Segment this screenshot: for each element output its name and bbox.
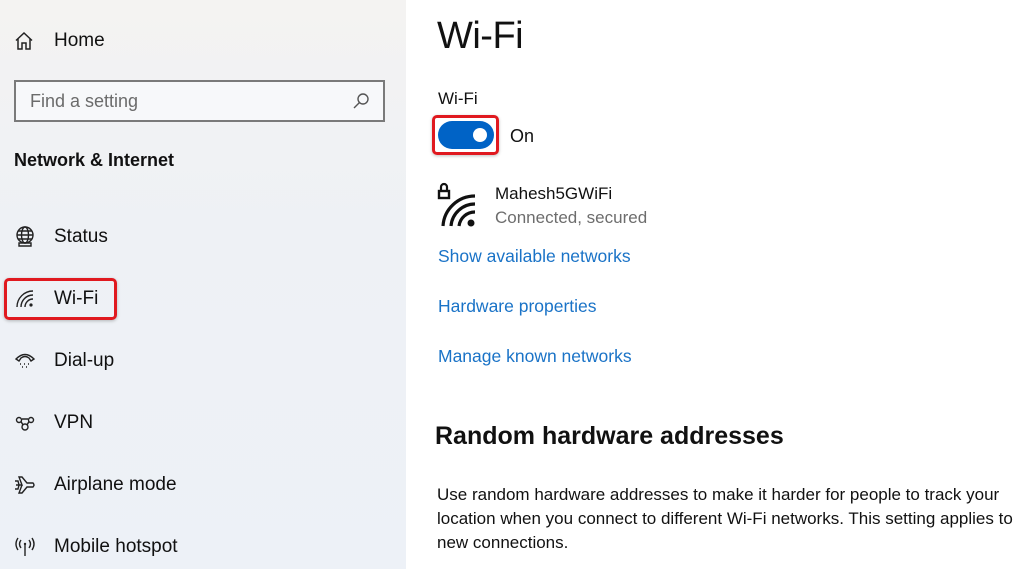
wifi-secured-icon <box>437 182 481 230</box>
sidebar-item-label: VPN <box>54 412 94 433</box>
airplane-icon <box>14 473 38 497</box>
sidebar-item-vpn[interactable]: VPN <box>14 408 93 438</box>
search-icon[interactable] <box>349 89 373 113</box>
hotspot-icon <box>14 535 38 559</box>
sidebar-item-status[interactable]: Status <box>14 222 108 252</box>
wifi-toggle[interactable] <box>438 121 494 149</box>
sidebar-home-label: Home <box>54 30 105 51</box>
section-title: Network & Internet <box>14 150 175 170</box>
home-icon <box>14 30 36 52</box>
sidebar-item-hotspot[interactable]: Mobile hotspot <box>14 532 178 562</box>
dialup-phone-icon <box>14 349 38 373</box>
show-available-networks-link[interactable]: Show available networks <box>438 246 631 267</box>
wifi-icon <box>14 287 38 311</box>
globe-status-icon <box>14 225 38 249</box>
sidebar-item-label: Wi-Fi <box>54 288 99 309</box>
sidebar-item-airplane[interactable]: Airplane mode <box>14 470 177 500</box>
sidebar-item-label: Dial-up <box>54 350 115 371</box>
page-title: Wi-Fi <box>437 15 524 57</box>
network-status: Connected, secured <box>495 208 648 227</box>
sidebar-home[interactable]: Home <box>14 27 105 55</box>
connected-network[interactable]: Mahesh5GWiFi Connected, secured <box>437 182 647 230</box>
sidebar-item-dialup[interactable]: Dial-up <box>14 346 114 376</box>
sidebar-item-wifi[interactable]: Wi-Fi <box>14 284 98 314</box>
random-hw-heading: Random hardware addresses <box>435 422 784 450</box>
sidebar-item-label: Mobile hotspot <box>54 536 178 557</box>
search-box[interactable] <box>14 80 385 122</box>
wifi-toggle-label: Wi-Fi <box>438 89 478 108</box>
sidebar-item-label: Status <box>54 226 108 247</box>
network-name: Mahesh5GWiFi <box>495 184 613 203</box>
sidebar-item-label: Airplane mode <box>54 474 177 495</box>
vpn-icon <box>14 411 38 435</box>
hardware-properties-link[interactable]: Hardware properties <box>438 296 597 317</box>
random-hw-description: Use random hardware addresses to make it… <box>437 485 1013 552</box>
sidebar: Home Network & Internet Status <box>0 0 406 569</box>
search-input[interactable] <box>30 82 349 120</box>
wifi-toggle-state: On <box>510 126 535 146</box>
manage-known-networks-link[interactable]: Manage known networks <box>438 346 632 367</box>
toggle-knob <box>473 128 487 142</box>
